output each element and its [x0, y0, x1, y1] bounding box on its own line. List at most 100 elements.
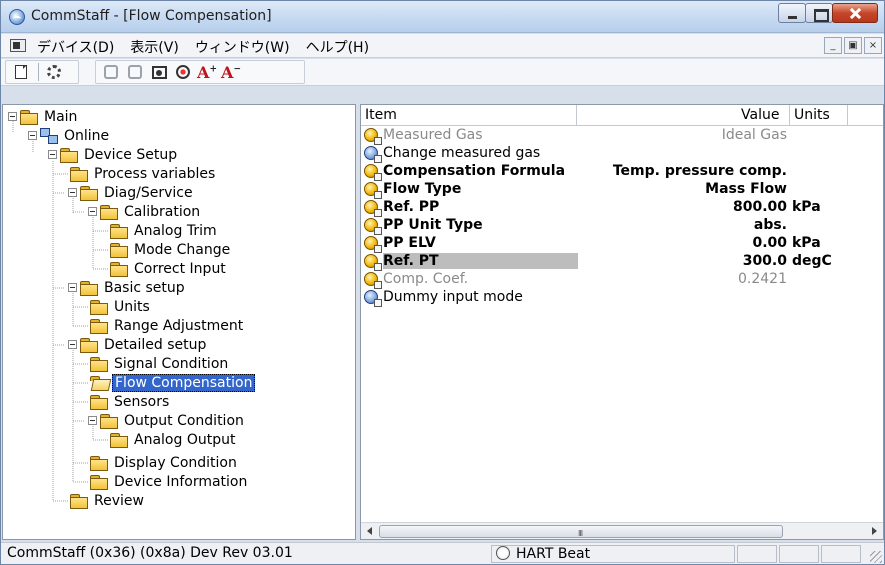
mdi-system-menu-icon[interactable]	[10, 39, 26, 52]
expander-detailed-setup[interactable]	[68, 340, 77, 349]
device-list-icon	[128, 65, 142, 79]
tree-item-online[interactable]: Online	[40, 126, 111, 145]
tree-item-label: Basic setup	[104, 279, 185, 296]
list-row-ref-pt[interactable]: Ref. PT 300.0 degC	[361, 253, 883, 271]
expander-main[interactable]	[8, 112, 17, 121]
column-divider[interactable]	[576, 105, 577, 126]
column-header-item[interactable]: Item	[365, 107, 397, 123]
record-icon	[176, 65, 190, 79]
tree-item-range-adjustment[interactable]: Range Adjustment	[90, 316, 245, 335]
device-tool-button-1[interactable]	[100, 62, 122, 82]
menu-view[interactable]: 表示(V)	[130, 37, 179, 57]
mdi-restore-button[interactable]: ▣	[844, 37, 862, 54]
commstaff-app-icon[interactable]	[9, 9, 25, 25]
folder-icon	[90, 299, 108, 315]
list-row-ref-pp[interactable]: Ref. PP 800.00 kPa	[361, 199, 883, 217]
list-row-compensation-formula[interactable]: Compensation Formula Temp. pressure comp…	[361, 163, 883, 181]
folder-icon	[90, 474, 108, 490]
font-decrease-button[interactable]: A−	[220, 62, 242, 82]
tree-item-label: Range Adjustment	[114, 317, 244, 334]
row-item: Comp. Coef.	[383, 271, 469, 287]
expander-online[interactable]	[28, 131, 37, 140]
parameter-icon	[364, 164, 382, 181]
minimize-button[interactable]	[778, 3, 806, 23]
device-tree-panel[interactable]: Main Online Device Setup Process variabl…	[2, 104, 356, 540]
tree-item-main[interactable]: Main	[20, 107, 79, 126]
tree-item-flow-compensation[interactable]: Flow Compensation	[90, 373, 256, 392]
list-row-change-measured-gas[interactable]: Change measured gas	[361, 145, 883, 163]
tree-item-diag-service[interactable]: Diag/Service	[80, 183, 195, 202]
list-header: Item Value Units	[361, 105, 883, 126]
tree-item-label: Mode Change	[134, 241, 231, 258]
list-row-pp-elv[interactable]: PP ELV 0.00 kPa	[361, 235, 883, 253]
connect-button[interactable]	[43, 62, 65, 82]
list-row-comp-coef[interactable]: Comp. Coef. 0.2421	[361, 271, 883, 289]
scroll-right-arrow-icon[interactable]	[872, 527, 877, 535]
status-device-info: CommStaff (0x36) (0x8a) Dev Rev 03.01	[7, 545, 293, 561]
column-divider[interactable]	[789, 105, 790, 126]
folder-icon	[110, 432, 128, 448]
tree-item-output-condition[interactable]: Output Condition	[100, 411, 246, 430]
toolbar: A+ A−	[1, 59, 884, 86]
tree-item-display-condition[interactable]: Display Condition	[90, 453, 239, 472]
menu-device[interactable]: デバイス(D)	[37, 37, 114, 57]
list-row-measured-gas[interactable]: Measured Gas Ideal Gas	[361, 127, 883, 145]
folder-icon	[90, 356, 108, 372]
expander-output-condition[interactable]	[88, 416, 97, 425]
tree-item-device-information[interactable]: Device Information	[90, 472, 249, 491]
expander-calibration[interactable]	[88, 207, 97, 216]
parameter-list-panel[interactable]: Item Value Units Measured Gas Ideal Gas …	[360, 104, 884, 540]
list-row-dummy-input-mode[interactable]: Dummy input mode	[361, 289, 883, 307]
parameter-icon	[364, 182, 382, 199]
tree-item-device-setup[interactable]: Device Setup	[60, 145, 179, 164]
tree-item-correct-input[interactable]: Correct Input	[110, 259, 228, 278]
row-item: Dummy input mode	[383, 289, 523, 305]
expander-basic-setup[interactable]	[68, 283, 77, 292]
tree-item-sensors[interactable]: Sensors	[90, 392, 171, 411]
tree-item-calibration[interactable]: Calibration	[100, 202, 202, 221]
menu-help[interactable]: ヘルプ(H)	[306, 37, 369, 57]
row-value: Temp. pressure comp.	[612, 163, 787, 179]
horizontal-scrollbar[interactable]: III	[361, 522, 883, 539]
tree-item-process-variables[interactable]: Process variables	[70, 164, 217, 183]
maximize-button[interactable]	[805, 3, 833, 23]
tree-item-detailed-setup[interactable]: Detailed setup	[80, 335, 208, 354]
list-row-pp-unit-type[interactable]: PP Unit Type abs.	[361, 217, 883, 235]
mdi-child-buttons: _ ▣ ×	[822, 37, 882, 54]
row-units: kPa	[792, 199, 821, 215]
close-button[interactable]	[832, 3, 878, 23]
tree-item-units[interactable]: Units	[90, 297, 152, 316]
tree-item-analog-trim[interactable]: Analog Trim	[110, 221, 219, 240]
expander-diag-service[interactable]	[68, 188, 77, 197]
tree-item-signal-condition[interactable]: Signal Condition	[90, 354, 230, 373]
new-document-button[interactable]	[10, 62, 32, 82]
network-icon	[40, 127, 58, 144]
scroll-left-arrow-icon[interactable]	[367, 527, 372, 535]
tree-item-analog-output[interactable]: Analog Output	[110, 430, 237, 449]
mdi-minimize-button[interactable]: _	[824, 37, 842, 54]
title-bar[interactable]: CommStaff - [Flow Compensation]	[1, 1, 884, 33]
list-row-flow-type[interactable]: Flow Type Mass Flow	[361, 181, 883, 199]
tree-item-label: Process variables	[94, 165, 216, 182]
scroll-thumb[interactable]: III	[379, 525, 783, 538]
device-tool-button-4[interactable]	[172, 62, 194, 82]
column-header-value[interactable]: Value	[741, 107, 779, 123]
tree-item-review[interactable]: Review	[70, 491, 146, 510]
column-divider[interactable]	[847, 105, 848, 126]
status-panel	[779, 545, 819, 563]
menu-window[interactable]: ウィンドウ(W)	[195, 37, 290, 57]
new-document-icon	[15, 65, 27, 79]
tree-item-label: Device Information	[114, 473, 248, 490]
tree-item-label-selected: Flow Compensation	[112, 373, 256, 392]
tree-item-mode-change[interactable]: Mode Change	[110, 240, 232, 259]
device-tool-button-3[interactable]	[148, 62, 170, 82]
tree-item-basic-setup[interactable]: Basic setup	[80, 278, 187, 297]
mdi-close-button[interactable]: ×	[864, 37, 882, 54]
column-header-units[interactable]: Units	[794, 107, 830, 123]
device-tool-button-2[interactable]	[124, 62, 146, 82]
row-value: 0.00	[752, 235, 787, 251]
parameter-icon	[364, 128, 382, 145]
resize-grip-icon[interactable]	[870, 551, 882, 563]
font-increase-button[interactable]: A+	[196, 62, 218, 82]
expander-device-setup[interactable]	[48, 150, 57, 159]
